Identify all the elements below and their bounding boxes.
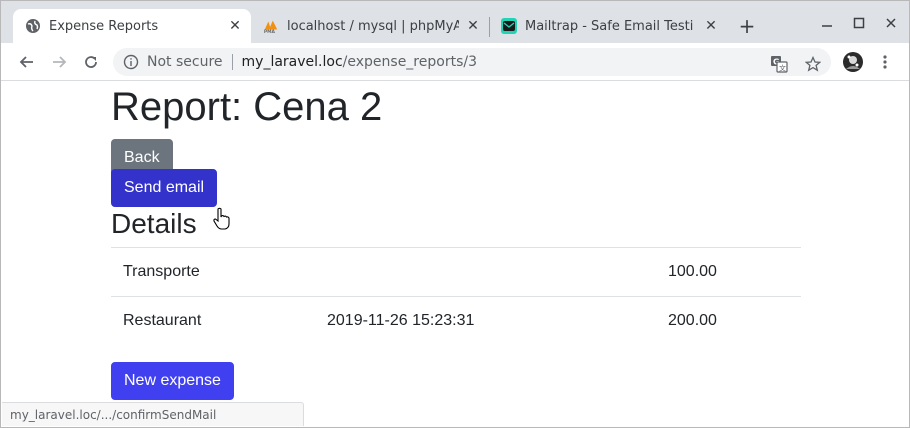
address-bar[interactable]: Not secure my_laravel.loc/expense_report…: [113, 48, 831, 76]
expense-description: Transporte: [111, 247, 315, 297]
page-title: Report: Cena 2: [111, 85, 383, 129]
bookmark-star-icon[interactable]: [803, 54, 823, 74]
reload-icon[interactable]: [78, 49, 104, 75]
back-arrow-icon[interactable]: [14, 49, 40, 75]
hand-cursor-icon: [213, 207, 230, 230]
expense-date: [315, 247, 656, 297]
tab-phpmyadmin[interactable]: PMA localhost / mysql | phpMyA ✕: [251, 9, 489, 43]
address-divider: [231, 54, 233, 70]
svg-text:文: 文: [779, 64, 786, 73]
expense-date: 2019-11-26 15:23:31: [315, 296, 656, 346]
tab-title: localhost / mysql | phpMyA: [287, 18, 459, 34]
profile-avatar-icon[interactable]: [840, 49, 866, 75]
close-window-icon[interactable]: [879, 11, 903, 35]
content-container: Report: Cena 2 Back Send email Details T…: [111, 82, 801, 400]
translate-icon[interactable]: G文: [769, 54, 789, 74]
tab-strip: Expense Reports ✕ PMA localhost / mysql …: [1, 1, 909, 43]
expenses-table: Transporte 100.00 Restaurant 2019-11-26 …: [111, 247, 801, 346]
close-tab-icon[interactable]: ✕: [465, 18, 481, 34]
phpmyadmin-icon: PMA: [263, 18, 279, 34]
tab-expense-reports[interactable]: Expense Reports ✕: [13, 9, 251, 43]
maximize-icon[interactable]: [847, 11, 871, 35]
minimize-icon[interactable]: [815, 11, 839, 35]
close-tab-icon[interactable]: ✕: [227, 18, 243, 34]
globe-icon: [25, 18, 41, 34]
url-path: /expense_reports/3: [342, 54, 477, 70]
svg-text:PMA: PMA: [264, 29, 276, 34]
menu-dots-icon[interactable]: [872, 49, 898, 75]
send-email-button[interactable]: Send email: [111, 169, 218, 207]
info-icon[interactable]: [123, 54, 139, 70]
mailtrap-icon: [501, 18, 517, 34]
tab-mailtrap[interactable]: Mailtrap - Safe Email Testi ✕: [489, 9, 727, 43]
table-row: Transporte 100.00: [111, 247, 801, 297]
security-label: Not secure: [147, 54, 223, 70]
tab-title: Expense Reports: [49, 18, 159, 34]
table-row: Restaurant 2019-11-26 15:23:31 200.00: [111, 296, 801, 346]
page-content: Report: Cena 2 Back Send email Details T…: [1, 82, 909, 427]
expense-amount: 200.00: [656, 296, 801, 346]
url-host: my_laravel.loc: [241, 54, 343, 70]
tab-title: Mailtrap - Safe Email Testi: [525, 18, 694, 34]
expense-description: Restaurant: [111, 296, 315, 346]
new-tab-button[interactable]: +: [735, 14, 759, 38]
expense-amount: 100.00: [656, 247, 801, 297]
status-bar-url: my_laravel.loc/.../confirmSendMail: [2, 402, 304, 426]
forward-arrow-icon[interactable]: [46, 49, 72, 75]
browser-toolbar: Not secure my_laravel.loc/expense_report…: [1, 43, 909, 81]
browser-window: Expense Reports ✕ PMA localhost / mysql …: [0, 0, 910, 428]
close-tab-icon[interactable]: ✕: [703, 18, 719, 34]
new-expense-button[interactable]: New expense: [111, 361, 234, 400]
